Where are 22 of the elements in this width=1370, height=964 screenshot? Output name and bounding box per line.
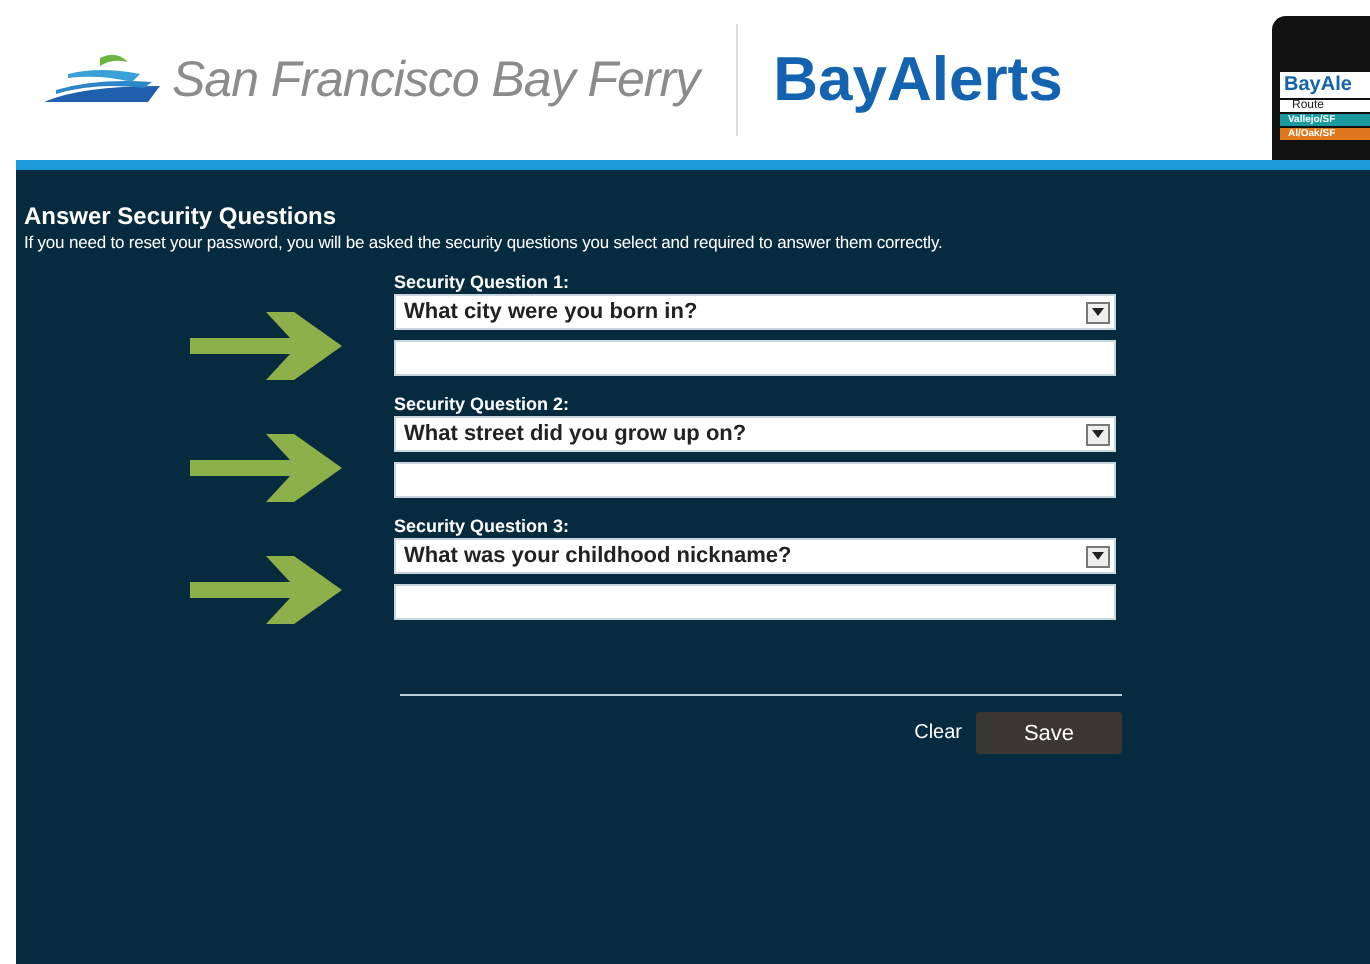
question-dropdown[interactable]: What was your childhood nickname? — [394, 538, 1116, 574]
arrow-icon — [190, 430, 342, 506]
question-label: Security Question 2: — [394, 394, 572, 414]
clear-button[interactable]: Clear — [914, 722, 962, 744]
question-dropdown[interactable]: What street did you grow up on? — [394, 416, 1116, 452]
answer-field[interactable] — [394, 584, 1116, 620]
save-button[interactable]: Save — [976, 712, 1122, 754]
question-dropdown[interactable]: What city were you born in? — [394, 294, 1116, 330]
arrow-icon — [190, 552, 342, 628]
form-title: Answer Security Questions — [24, 202, 339, 230]
brand-name: San Francisco Bay Ferry — [172, 51, 700, 109]
product-name: BayAlerts — [773, 44, 1063, 116]
caret-icon — [1086, 545, 1110, 567]
arrow-icon — [190, 308, 342, 384]
form-description: If you need to reset your password, you will be asked the security questions you select and required to answer them correctly. — [24, 232, 945, 252]
question-label: Security Question 1: — [394, 272, 572, 292]
caret-icon — [1086, 423, 1110, 445]
phone-title: BayAle — [1280, 72, 1370, 98]
question-label: Security Question 3: — [394, 516, 572, 536]
caret-icon — [1086, 301, 1110, 323]
answer-field[interactable] — [394, 462, 1116, 498]
answer-field[interactable] — [394, 340, 1116, 376]
